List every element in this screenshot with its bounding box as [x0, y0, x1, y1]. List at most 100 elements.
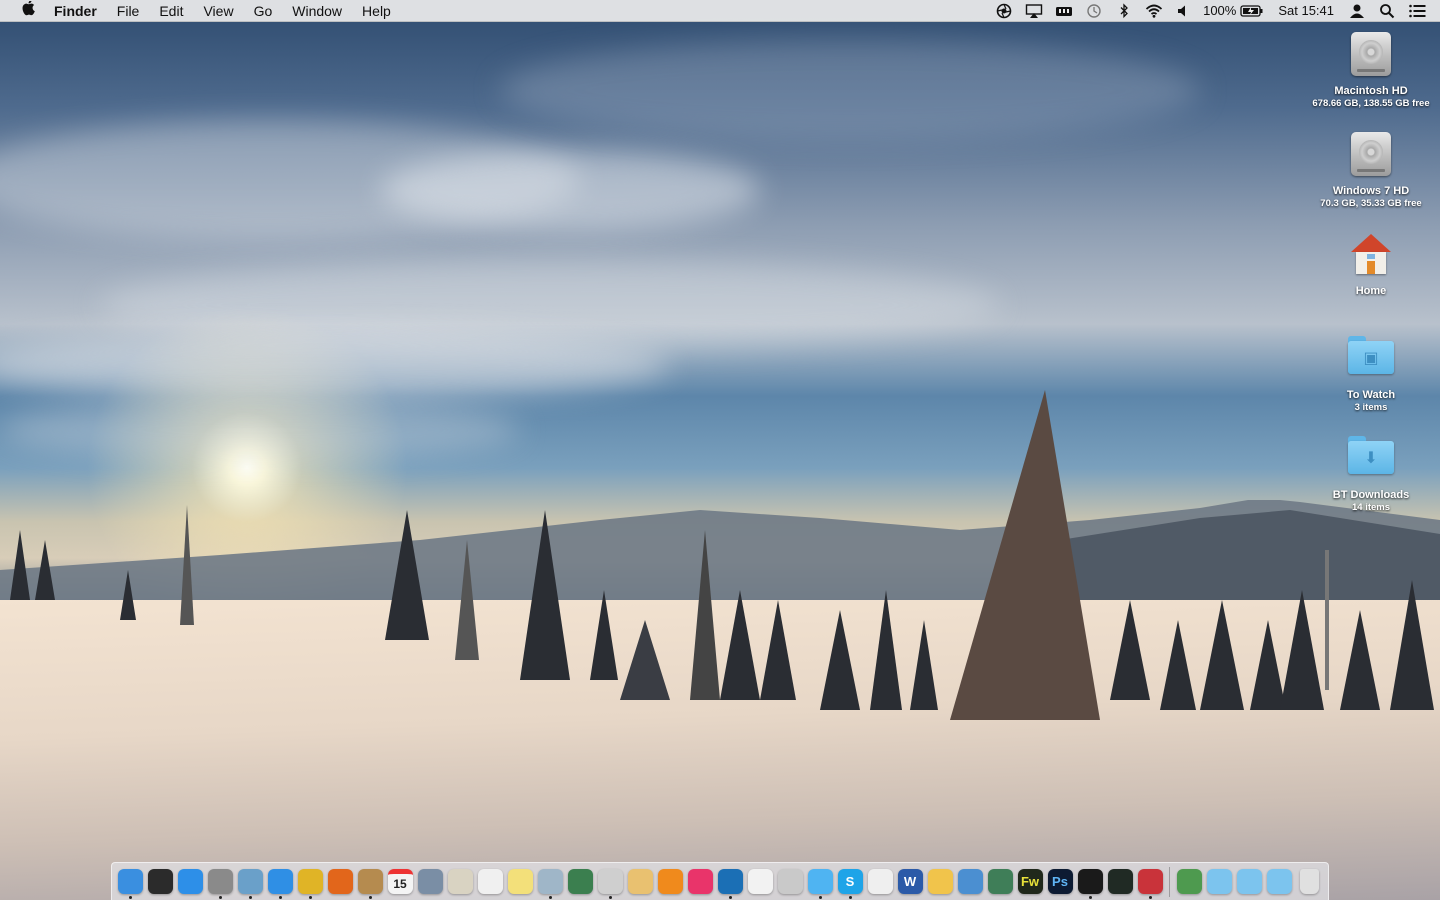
- dock-item-downloads-folder[interactable]: [1264, 865, 1294, 899]
- word-label: W: [903, 874, 917, 889]
- battery-percentage[interactable]: 100%: [1203, 0, 1236, 22]
- desktop-icon-info: 678.66 GB, 138.55 GB free: [1312, 98, 1430, 109]
- menu-edit[interactable]: Edit: [149, 0, 193, 22]
- bluetooth-icon[interactable]: [1115, 3, 1133, 19]
- dock-item-textedit[interactable]: [475, 865, 505, 899]
- time-machine-status-icon[interactable]: [1085, 3, 1103, 19]
- airplay-icon[interactable]: [1025, 3, 1043, 19]
- battery-charging-icon[interactable]: [1240, 3, 1264, 19]
- dock-item-dreamweaver[interactable]: [985, 865, 1015, 899]
- desktop-icon-bt-downloads[interactable]: ⬇ BT Downloads 14 items: [1301, 430, 1440, 514]
- dock-item-quicktime[interactable]: [715, 865, 745, 899]
- desktop-icon-macintosh-hd[interactable]: Macintosh HD 678.66 GB, 138.55 GB free: [1301, 30, 1440, 110]
- menu-view[interactable]: View: [193, 0, 243, 22]
- dock-item-fireworks[interactable]: Fw: [1015, 865, 1045, 899]
- dreamweaver-icon: [987, 869, 1013, 894]
- dock-item-pages[interactable]: [925, 865, 955, 899]
- menu-window[interactable]: Window: [282, 0, 352, 22]
- wifi-icon[interactable]: [1145, 3, 1163, 19]
- document-icon: [867, 869, 893, 894]
- dock-item-iphoto[interactable]: [565, 865, 595, 899]
- memory-status-icon[interactable]: [1055, 3, 1073, 19]
- notification-center-icon[interactable]: [1408, 3, 1426, 19]
- downloads-folder-icon: [1266, 869, 1292, 894]
- desktop-icon-info: 14 items: [1351, 502, 1391, 513]
- dock-item-dashboard[interactable]: [145, 865, 175, 899]
- folder-icon: ▣: [1348, 336, 1394, 374]
- textedit-icon: [477, 869, 503, 894]
- dock-item-system-preferences[interactable]: [205, 865, 235, 899]
- menu-go[interactable]: Go: [244, 0, 283, 22]
- menu-clock[interactable]: Sat 15:41: [1278, 0, 1334, 22]
- dock-item-safari[interactable]: [265, 865, 295, 899]
- hard-drive-icon: [1351, 32, 1391, 76]
- desktop-icon-home[interactable]: Home: [1301, 230, 1440, 298]
- menu-file[interactable]: File: [107, 0, 150, 22]
- safari-icon: [267, 869, 293, 894]
- dock-item-tweetbot[interactable]: [775, 865, 805, 899]
- dock-item-script-editor[interactable]: [445, 865, 475, 899]
- apple-logo-icon[interactable]: [19, 0, 39, 20]
- dock-item-keynote[interactable]: [955, 865, 985, 899]
- dock-item-messages[interactable]: [805, 865, 835, 899]
- dock-item-vlc[interactable]: [745, 865, 775, 899]
- calendar-icon: 15: [387, 869, 413, 894]
- dock-item-time-machine[interactable]: [595, 865, 625, 899]
- dock-apps: 15 S W Fw Ps: [115, 865, 1165, 899]
- ibooks-icon: [657, 869, 683, 894]
- dock-item-firefox[interactable]: [325, 865, 355, 899]
- desktop-icon-to-watch[interactable]: ▣ To Watch 3 items: [1301, 330, 1440, 414]
- tweetbot-icon: [777, 869, 803, 894]
- dock-item-preview[interactable]: [235, 865, 265, 899]
- skype-label: S: [845, 874, 855, 889]
- dock-item-trash[interactable]: [1294, 865, 1324, 899]
- desktop-icon-info: 3 items: [1354, 402, 1388, 413]
- menu-app-name[interactable]: Finder: [54, 0, 107, 22]
- applications-folder-icon: [1206, 869, 1232, 894]
- dock-item-applications-folder[interactable]: [1204, 865, 1234, 899]
- desktop-icon-label: To Watch: [1346, 389, 1396, 401]
- photoshop-icon: Ps: [1047, 869, 1073, 894]
- dock-item-document[interactable]: [865, 865, 895, 899]
- dock-item-activity-monitor[interactable]: [1105, 865, 1135, 899]
- dock-item-word[interactable]: W: [895, 865, 925, 899]
- dock-item-stickies[interactable]: [505, 865, 535, 899]
- dashboard-icon: [147, 869, 173, 894]
- photo-app-icon: [537, 869, 563, 894]
- desktop-icon-label: Home: [1355, 285, 1387, 297]
- messages-icon: [807, 869, 833, 894]
- dock-item-documents-folder[interactable]: [1234, 865, 1264, 899]
- dock-item-finder[interactable]: [115, 865, 145, 899]
- dock-item-garageband[interactable]: [625, 865, 655, 899]
- finder-icon: [117, 869, 143, 894]
- dock-item-itunes[interactable]: [685, 865, 715, 899]
- spotlight-search-icon[interactable]: [1378, 3, 1396, 19]
- fireworks-icon: Fw: [1017, 869, 1043, 894]
- dock-item-ibooks[interactable]: [655, 865, 685, 899]
- iphoto-icon: [567, 869, 593, 894]
- dock-item-photo-app[interactable]: [535, 865, 565, 899]
- dock-item-notes-book[interactable]: [355, 865, 385, 899]
- dock-item-terminal[interactable]: [1075, 865, 1105, 899]
- dock-item-chrome[interactable]: [295, 865, 325, 899]
- dock-item-desktop-stack[interactable]: [1174, 865, 1204, 899]
- dock-item-calendar[interactable]: 15: [385, 865, 415, 899]
- volume-icon[interactable]: [1175, 3, 1193, 19]
- aperture-status-icon[interactable]: [995, 3, 1013, 19]
- image-capture-icon: [417, 869, 443, 894]
- desktop-icon-windows-7-hd[interactable]: Windows 7 HD 70.3 GB, 35.33 GB free: [1301, 130, 1440, 210]
- user-account-icon[interactable]: [1348, 3, 1366, 19]
- firefox-icon: [327, 869, 353, 894]
- dock-item-skype[interactable]: S: [835, 865, 865, 899]
- dock-item-image-capture[interactable]: [415, 865, 445, 899]
- photoshop-label: Ps: [1052, 874, 1068, 889]
- dock-item-parallels[interactable]: [1135, 865, 1165, 899]
- activity-monitor-icon: [1107, 869, 1133, 894]
- dock: 15 S W Fw Ps: [111, 862, 1329, 900]
- desktop-stack-icon: [1176, 869, 1202, 894]
- dock-item-app-store[interactable]: [175, 865, 205, 899]
- dock-item-photoshop[interactable]: Ps: [1045, 865, 1075, 899]
- parallels-icon: [1137, 869, 1163, 894]
- menu-help[interactable]: Help: [352, 0, 401, 22]
- fireworks-label: Fw: [1020, 874, 1040, 889]
